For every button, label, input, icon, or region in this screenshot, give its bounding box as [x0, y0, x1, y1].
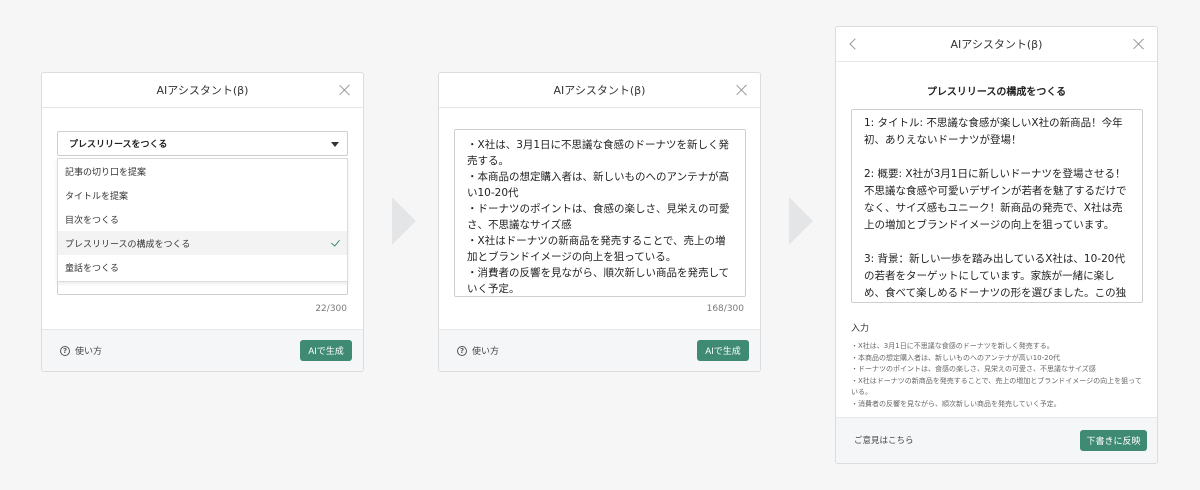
menu-item-article-angle[interactable]: 記事の切り口を提案 — [58, 159, 347, 183]
prompt-textarea[interactable]: ・X社は、3月1日に不思議な食感のドーナツを新しく発売する。 ・本商品の想定購入… — [454, 129, 746, 297]
caret-down-icon — [331, 142, 339, 147]
generate-button[interactable]: AIで生成 — [300, 340, 352, 361]
input-summary: ・X社は、3月1日に不思議な食感のドーナツを新しく発売する。 ・本商品の想定購入… — [851, 341, 1146, 410]
generate-button[interactable]: AIで生成 — [697, 340, 749, 361]
help-link[interactable]: ? 使い方 — [60, 344, 102, 357]
mode-select[interactable]: プレスリリースをつくる — [57, 131, 348, 156]
help-icon: ? — [457, 345, 467, 356]
panel-header: AIアシスタント(β) — [42, 73, 363, 108]
help-link[interactable]: ? 使い方 — [457, 344, 499, 357]
prompt-textarea[interactable] — [57, 282, 348, 295]
apply-to-draft-button[interactable]: 下書きに反映 — [1080, 430, 1147, 451]
flow-arrow — [392, 197, 416, 245]
assistant-panel-input: AIアシスタント(β) ・X社は、3月1日に不思議な食感のドーナツを新しく発売す… — [438, 72, 761, 372]
close-icon[interactable] — [1132, 37, 1146, 51]
menu-item-toc[interactable]: 目次をつくる — [58, 207, 347, 231]
panel-footer: ? 使い方 AIで生成 — [439, 329, 760, 371]
menu-item-press-release-structure[interactable]: プレスリリースの構成をつくる — [58, 231, 347, 255]
flow-arrow — [789, 197, 813, 245]
assistant-panel-select: AIアシスタント(β) プレスリリースをつくる 記事の切り口を提案 タイトルを提… — [41, 72, 364, 372]
char-counter: 22/300 — [315, 304, 347, 314]
char-counter: 168/300 — [706, 304, 744, 314]
help-icon: ? — [60, 345, 70, 356]
help-label: 使い方 — [75, 347, 103, 357]
panel-footer: ? 使い方 AIで生成 — [42, 329, 363, 371]
close-icon[interactable] — [338, 83, 352, 97]
panel-footer: ご意見はこちら 下書きに反映 — [836, 417, 1157, 463]
panel-title: AIアシスタント(β) — [553, 84, 646, 97]
panel-title: AIアシスタント(β) — [156, 84, 249, 97]
input-line: ・消費者の反響を見ながら、順次新しい商品を発売していく予定。 — [851, 399, 1061, 408]
menu-item-fairy-tale[interactable]: 童話をつくる — [58, 255, 347, 279]
panel-header: AIアシスタント(β) — [836, 27, 1157, 62]
input-line: ・本商品の想定購入者は、新しいものへのアンテナが高い10-20代 — [851, 353, 1061, 362]
menu-item-title[interactable]: タイトルを提案 — [58, 183, 347, 207]
assistant-panel-result: AIアシスタント(β) プレスリリースの構成をつくる 1: タイトル: 不思議な… — [835, 26, 1158, 464]
result-textarea[interactable]: 1: タイトル: 不思議な食感が楽しいX社の新商品！今年初、ありえないドーナツが… — [851, 109, 1143, 303]
feedback-link[interactable]: ご意見はこちら — [854, 434, 914, 446]
input-section-label: 入力 — [851, 324, 870, 334]
input-line: ・ドーナツのポイントは、食感の楽しさ、見栄えの可愛さ、不思議なサイズ感 — [851, 365, 1096, 373]
result-title: プレスリリースの構成をつくる — [926, 87, 1067, 98]
close-icon[interactable] — [735, 83, 749, 97]
mode-dropdown-menu: 記事の切り口を提案 タイトルを提案 目次をつくる プレスリリースの構成をつくる … — [57, 158, 348, 282]
mode-select-value: プレスリリースをつくる — [69, 140, 168, 150]
back-chevron-icon[interactable] — [848, 38, 860, 50]
panel-title: AIアシスタント(β) — [950, 38, 1043, 51]
help-label: 使い方 — [472, 347, 500, 357]
input-line: ・X社はドーナツの新商品を発売することで、売上の増加とブランドイメージの向上を狙… — [851, 376, 1142, 397]
check-icon — [331, 237, 340, 247]
input-line: ・X社は、3月1日に不思議な食感のドーナツを新しく発売する。 — [851, 342, 1054, 350]
panel-header: AIアシスタント(β) — [439, 73, 760, 108]
